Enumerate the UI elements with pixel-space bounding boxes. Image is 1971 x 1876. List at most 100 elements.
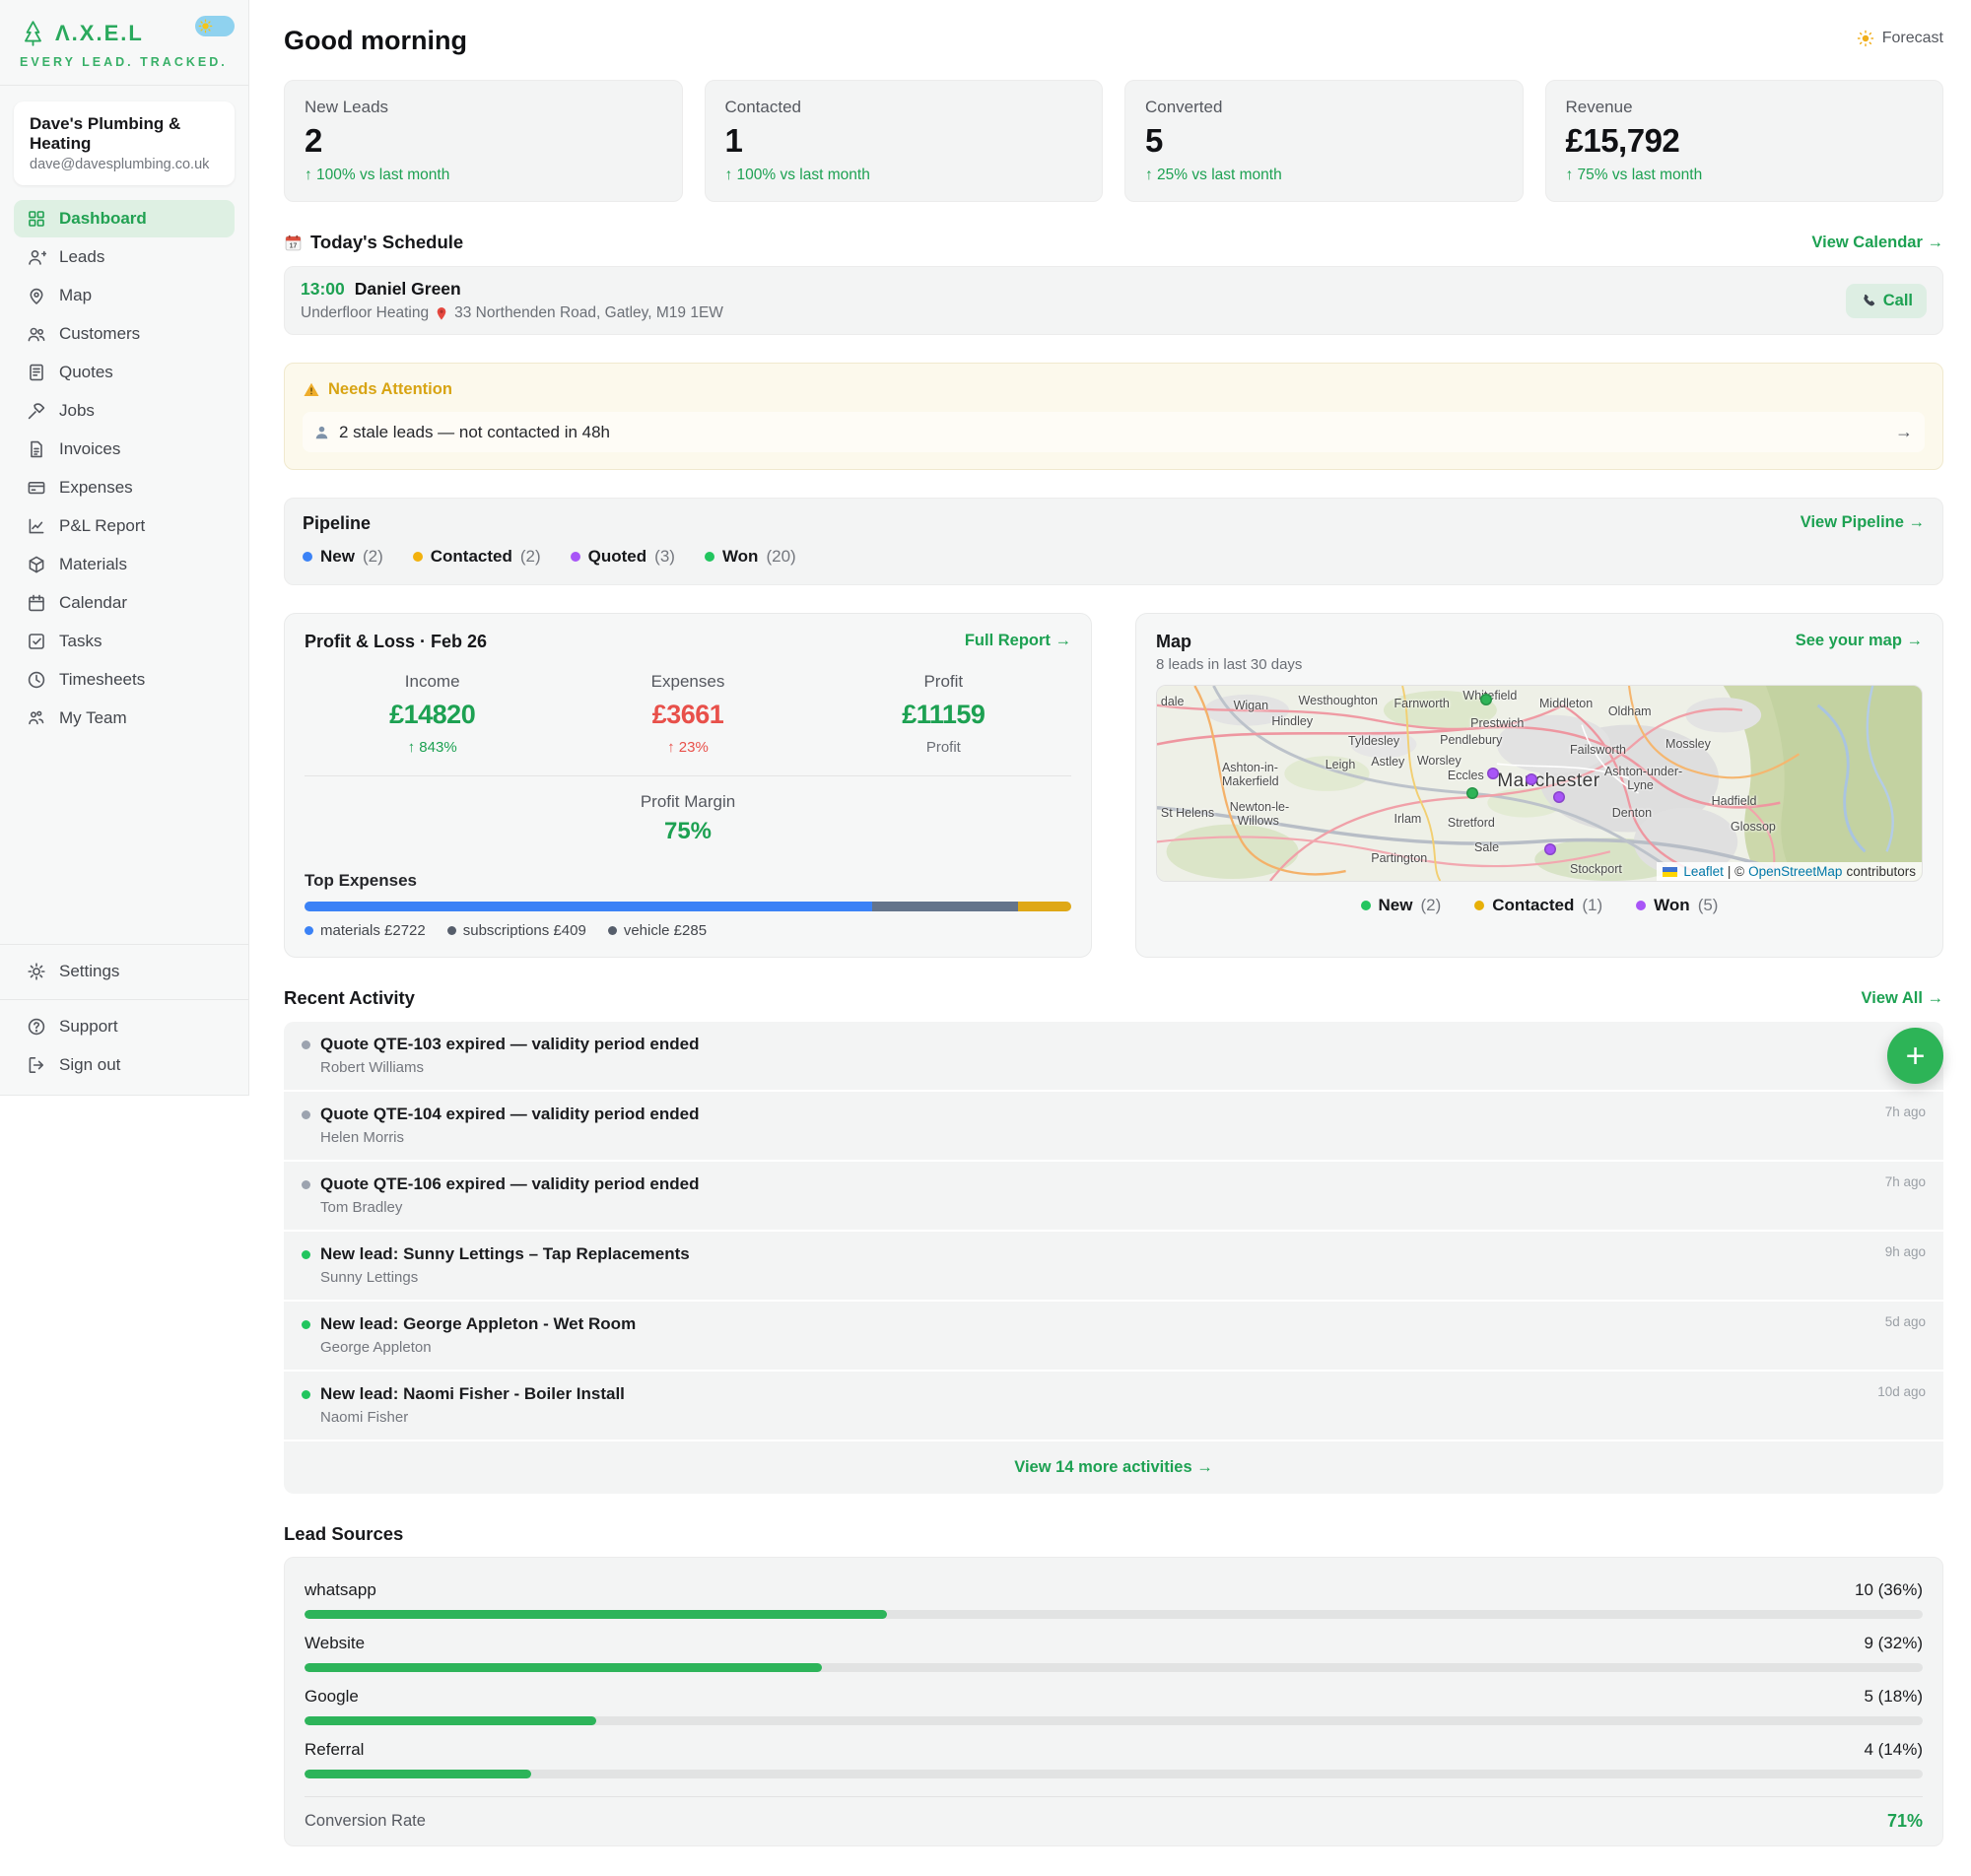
source-value: 10 (36%) xyxy=(1855,1580,1923,1600)
stage-label: New xyxy=(320,547,355,567)
lead-marker[interactable] xyxy=(1553,791,1565,803)
package-icon xyxy=(27,555,46,574)
activity-row[interactable]: Quote QTE-106 expired — validity period … xyxy=(284,1162,1943,1230)
activity-row[interactable]: New lead: Sunny Lettings – Tap Replaceme… xyxy=(284,1232,1943,1300)
activity-row[interactable]: New lead: George Appleton - Wet Room Geo… xyxy=(284,1302,1943,1370)
view-pipeline-link[interactable]: View Pipeline → xyxy=(1801,513,1925,532)
activity-dot xyxy=(302,1390,310,1399)
leaflet-map[interactable]: daleWiganWesthoughtonFarnworthWhitefield… xyxy=(1156,685,1923,882)
sidebar-item-settings[interactable]: Settings xyxy=(14,953,235,990)
forecast-button[interactable]: Forecast xyxy=(1857,26,1943,47)
sidebar-item-label: Quotes xyxy=(59,363,113,382)
sidebar-nav: Dashboard Leads Map Customers Quotes Job… xyxy=(0,191,248,738)
source-progress-track xyxy=(305,1610,1923,1619)
profit-margin-label: Profit Margin xyxy=(305,792,1071,812)
sidebar-item-dashboard[interactable]: Dashboard xyxy=(14,200,235,237)
add-button[interactable]: + xyxy=(1887,1028,1943,1084)
activity-timestamp: 7h ago xyxy=(1885,1174,1926,1189)
map-legend-item: New (2) xyxy=(1361,896,1442,915)
phone-icon xyxy=(1860,293,1876,309)
stale-leads-row[interactable]: 2 stale leads — not contacted in 48h → xyxy=(303,412,1925,452)
activity-row[interactable]: Quote QTE-104 expired — validity period … xyxy=(284,1092,1943,1160)
sidebar-item-pnl-report[interactable]: P&L Report xyxy=(14,507,235,545)
clock-icon xyxy=(27,670,46,690)
credit-card-icon xyxy=(27,478,46,498)
main-content: Good morning Forecast New Leads 2 ↑ 100%… xyxy=(249,0,1971,1876)
view-more-activities-link[interactable]: View 14 more activities → xyxy=(1014,1458,1212,1476)
map-place-label: Willows xyxy=(1237,814,1278,828)
activity-timestamp: 5d ago xyxy=(1885,1314,1926,1329)
source-progress-track xyxy=(305,1770,1923,1778)
stat-label: Contacted xyxy=(725,98,1083,117)
activity-title-text: Quote QTE-103 expired — validity period … xyxy=(320,1035,699,1054)
activity-row[interactable]: Quote QTE-103 expired — validity period … xyxy=(284,1022,1943,1090)
activity-contact-name: Sunny Lettings xyxy=(320,1269,1926,1286)
tree-logo-icon xyxy=(20,20,46,47)
gear-icon xyxy=(27,962,46,981)
stat-delta: ↑ 100% vs last month xyxy=(305,167,662,184)
activity-row[interactable]: New lead: Naomi Fisher - Boiler Install … xyxy=(284,1372,1943,1440)
sidebar-item-customers[interactable]: Customers xyxy=(14,315,235,353)
stage-count: (3) xyxy=(654,547,675,567)
user-plus-icon xyxy=(27,247,46,267)
invoice-icon xyxy=(27,439,46,459)
map-place-label: Farnworth xyxy=(1394,697,1450,710)
lead-marker[interactable] xyxy=(1526,773,1537,785)
sidebar-item-label: Dashboard xyxy=(59,209,147,229)
lead-marker[interactable] xyxy=(1544,843,1556,855)
lead-marker[interactable] xyxy=(1466,787,1478,799)
sidebar-item-expenses[interactable]: Expenses xyxy=(14,469,235,506)
view-calendar-link[interactable]: View Calendar → xyxy=(1811,234,1943,252)
sidebar-item-quotes[interactable]: Quotes xyxy=(14,354,235,391)
pipeline-stage: Quoted (3) xyxy=(571,547,675,567)
pnl-card: Profit & Loss · Feb 26 Full Report → Inc… xyxy=(284,613,1092,958)
user-card[interactable]: Dave's Plumbing & Heating dave@davesplum… xyxy=(14,101,235,185)
see-your-map-link[interactable]: See your map → xyxy=(1796,632,1923,650)
sidebar-item-support[interactable]: Support xyxy=(14,1008,235,1045)
stage-count: (2) xyxy=(363,547,383,567)
map-place-label: Makerfield xyxy=(1222,774,1279,788)
sidebar-item-invoices[interactable]: Invoices xyxy=(14,431,235,468)
sidebar-item-calendar[interactable]: Calendar xyxy=(14,584,235,622)
arrow-right-icon[interactable]: → xyxy=(1895,422,1913,442)
osm-link[interactable]: OpenStreetMap xyxy=(1748,864,1842,879)
metric-delta: ↑ 23% xyxy=(560,739,815,756)
sidebar-item-timesheets[interactable]: Timesheets xyxy=(14,661,235,699)
sidebar-item-label: Sign out xyxy=(59,1055,120,1075)
map-place-label: Prestwich xyxy=(1470,716,1524,730)
sidebar-item-jobs[interactable]: Jobs xyxy=(14,392,235,430)
expense-label: subscriptions £409 xyxy=(463,922,586,939)
sidebar-item-materials[interactable]: Materials xyxy=(14,546,235,583)
activity-dot xyxy=(302,1110,310,1119)
sidebar-item-signout[interactable]: Sign out xyxy=(14,1046,235,1084)
stat-value: 5 xyxy=(1145,122,1503,160)
map-place-label: Eccles xyxy=(1448,769,1484,782)
source-value: 4 (14%) xyxy=(1864,1740,1923,1760)
theme-toggle[interactable] xyxy=(195,16,235,36)
sidebar-item-map[interactable]: Map xyxy=(14,277,235,314)
call-button[interactable]: Call xyxy=(1846,284,1927,318)
full-report-link[interactable]: Full Report → xyxy=(965,632,1071,650)
pnl-metric: Income £14820 ↑ 843% xyxy=(305,672,560,756)
map-place-label: Glossop xyxy=(1731,820,1776,834)
lead-marker[interactable] xyxy=(1480,694,1492,705)
leaflet-link[interactable]: Leaflet xyxy=(1683,864,1724,879)
top-expenses-title: Top Expenses xyxy=(305,871,1071,891)
lead-marker[interactable] xyxy=(1487,768,1499,779)
map-place-label: Partington xyxy=(1371,851,1427,865)
sidebar-item-leads[interactable]: Leads xyxy=(14,238,235,276)
sidebar-item-tasks[interactable]: Tasks xyxy=(14,623,235,660)
sidebar-item-my-team[interactable]: My Team xyxy=(14,700,235,737)
activity-dot xyxy=(302,1320,310,1329)
quote-doc-icon xyxy=(27,363,46,382)
map-place-label: Ashton-in- xyxy=(1222,761,1278,774)
view-all-link[interactable]: View All → xyxy=(1862,989,1943,1008)
expense-dot xyxy=(447,926,456,935)
schedule-card[interactable]: 13:00 Daniel Green Underfloor Heating 33… xyxy=(284,266,1943,335)
map-place-label: Failsworth xyxy=(1570,743,1626,757)
metric-value: £14820 xyxy=(305,700,560,730)
map-legend-item: Won (5) xyxy=(1636,896,1718,915)
map-place-label: Newton-le- xyxy=(1230,800,1289,814)
pipeline-stage: Contacted (2) xyxy=(413,547,541,567)
source-value: 9 (32%) xyxy=(1864,1634,1923,1653)
